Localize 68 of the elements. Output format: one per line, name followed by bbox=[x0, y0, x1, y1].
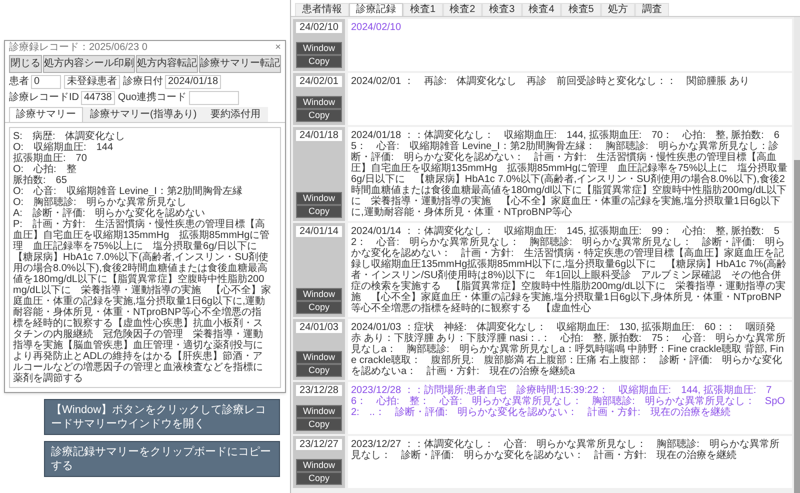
record-button[interactable]: Window bbox=[296, 351, 342, 364]
record-text: 2024/02/01 ： 再診: 体調変化なし 再診 前回受診時と変化なし：： 関節腫脹 あり bbox=[348, 73, 792, 125]
window-title: 診療録レコード：2025/06/23 0 bbox=[9, 42, 148, 54]
record-button[interactable]: Window bbox=[296, 192, 342, 205]
scrollbar[interactable] bbox=[794, 17, 800, 493]
record-button[interactable]: Window bbox=[296, 459, 342, 472]
field-label: 診療日付 bbox=[123, 76, 163, 88]
record-button[interactable]: Copy bbox=[296, 109, 342, 122]
toolbar-button[interactable]: 閉じる bbox=[9, 55, 42, 73]
record-button[interactable]: Copy bbox=[296, 364, 342, 377]
summary-line: O: 心音: 収縮期雑音 Levine_I：第2肋間胸骨左縁 bbox=[13, 186, 244, 197]
record-date: 23/12/28 bbox=[296, 385, 342, 396]
text-field[interactable] bbox=[188, 91, 239, 105]
summary-line: S: 病歴: 体調変化なし bbox=[13, 131, 126, 142]
text-field[interactable]: 44738 bbox=[81, 91, 115, 105]
summary-line: P: 計画・方針: 生活習慣病・慢性疾患の管理目標【高血圧】自宅血圧を収縮期135mmHg 拡張期85mmHgに管理 血圧記録率を75%以上に 塩分摂取量6g/日以下に【糖尿病】HbA1c 7.0%以下(高齢者,インスリン・SU剤使用の場合8.0%以下),食後2時間血糖値または食後血糖最高値を180mg/dL以下に【脂質異常症】空腹時中性脂肪200mg/dL以下に 栄養指導・運動指導の実施 【心不全】家庭血圧・体重の記録を実施,塩分摂取量1日6g以下に,運動耐容能・身体所見・体重・NTproBNP等心不全増悪の指標を経時的に観察する【虚血性心疾患】抗血小板剤・スタチンの内服継続 冠危険因子の管理 栄養指導・運動指導を実施【脳血管疾患】血圧管理・適切な薬剤投与により再発防止とADLの維持をはかる【肝疾患】節酒・アルコールなどの増悪因子の管理と血液検査などを指標に薬剤を調節する bbox=[13, 219, 271, 384]
record-text: 2023/12/28 ：：訪問場所:患者自宅 診療時間:15:39:22： 収縮期血圧: 144, 拡張期血圧: 76： 心拍: 整： 心音: 明らかな異常所見なし： 胸部聴診: 明らかな異常所見なし： SpO2: ..： 診断・評価: 明らかな変化を認めない： 計画・方針: 現在の治療を継続 bbox=[348, 382, 792, 434]
tab[interactable]: 処方 bbox=[600, 3, 635, 16]
record-button[interactable]: Copy bbox=[296, 472, 342, 485]
tab[interactable]: 調査 bbox=[634, 3, 669, 16]
tab[interactable]: 要約添付用 bbox=[204, 107, 268, 122]
tab[interactable]: 診療サマリー bbox=[9, 107, 83, 122]
record-button[interactable]: Window bbox=[296, 288, 342, 301]
summary-line: O: 心拍: 整 bbox=[13, 164, 78, 175]
record-date: 24/01/03 bbox=[296, 322, 342, 333]
field-label: 診療レコードID bbox=[9, 92, 79, 104]
summary-line: 拡張期血圧: 70 bbox=[13, 153, 88, 164]
record-text: 2024/01/14 ：：体調変化なし： 収縮期血圧: 145, 拡張期血圧: 99： 心拍: 整, 脈拍数: 52： 心音: 明らかな異常所見なし： 胸部聴診: 明らかな異常所見なし： 診断・評価: 明らかな変化を認めない： 計画・方針: 生活習慣病・特定疾患の管理目標【高血圧】家庭血圧を記録し収縮期血圧135mmHg拡張期85mmH以下に,塩分摂取量6g以下に 【糖尿病】HbA1c 7%(高齢者・インスリン/SU剤使用時は8%)以下に 年1回以上眼科受診 アルブミン尿確認 その他合併症の検索を実施する 【脂質異常症】空腹時中性脂肪200mg/dL以下に 栄養指導・運動指導の実施 【心不全】家庭血圧・体重の記録を実施,塩分摂取量1日6g以下,身体所見・体重・NTproBNP等心不全増悪の指標を経時的に観察する 【虚血性心 bbox=[348, 223, 792, 317]
tab[interactable]: 検査3 bbox=[482, 3, 522, 16]
field-label: Quo連携コード bbox=[118, 92, 187, 104]
callout: 【Window】ボタンをクリックして診療レコードサマリーウインドウを開く bbox=[44, 399, 280, 435]
record-date: 24/01/14 bbox=[296, 226, 342, 237]
summary-line: O: 収縮期血圧: 144 bbox=[13, 142, 114, 153]
record-date: 24/01/18 bbox=[296, 130, 342, 141]
record-button[interactable]: Copy bbox=[296, 205, 342, 218]
field-label: 患者 bbox=[9, 76, 29, 88]
record-button[interactable]: Window bbox=[296, 96, 342, 109]
record-button[interactable]: Copy bbox=[296, 418, 342, 431]
summary-text-area[interactable] bbox=[9, 127, 281, 388]
record-date: 24/02/10 bbox=[296, 22, 342, 33]
text-field[interactable]: 未登録患者 bbox=[64, 75, 120, 89]
tab[interactable]: 検査2 bbox=[442, 3, 482, 16]
close-button[interactable]: × bbox=[275, 42, 281, 54]
summary-line: 脈拍数: 65 bbox=[13, 175, 67, 186]
record-date: 23/12/27 bbox=[296, 439, 342, 450]
toolbar-button[interactable]: 診療サマリー転記 bbox=[199, 55, 281, 73]
tab[interactable]: 診療サマリー(指導あり) bbox=[83, 107, 204, 122]
tab[interactable]: 検査5 bbox=[561, 3, 601, 16]
text-field[interactable]: 0 bbox=[31, 75, 61, 89]
record-button[interactable]: Window bbox=[296, 42, 342, 55]
text-field[interactable]: 2024/01/18 bbox=[165, 75, 222, 89]
record-button[interactable]: Copy bbox=[296, 301, 342, 314]
summary-line: A: 診断・評価: 明らかな変化を認めない bbox=[13, 208, 206, 219]
record-text: 2024/02/10 bbox=[348, 19, 792, 71]
record-text: 2024/01/03 ：症状 神経: 体調変化なし： 収縮期血圧: 130, 拡張期血圧: 60：： 咽頭発赤 あり：下肢浮腫 あり：下肢浮腫 nasi：.： 心拍: 整, 脈拍数: 75： 心音: 明らかな異常所見なしa： 胸部聴診: 明らかな異常所見なしa：呼気時喘鳴 中肺野：Fine crackle聴取 背部, Fine crackle聴取： 腹部所見: 腹部膨満 右上腹部：圧痛 右上腹部： 診断・評価: 明らかな変化を認めないa： 計画・方針: 現在の治療を継続a bbox=[348, 319, 792, 380]
tab[interactable]: 診療記録 bbox=[349, 3, 403, 16]
callout: 診療記録サマリーをクリップボードにコピーする bbox=[44, 441, 280, 477]
record-button[interactable]: Window bbox=[296, 405, 342, 418]
record-text: 2024/01/18 ：：体調変化なし： 収縮期血圧: 144, 拡張期血圧: 70： 心拍: 整, 脈拍数: 65： 心音: 収縮期雑音 Levine_I：第2肋間胸骨左縁： 胸部聴診: 明らかな異常所見なし：診断・評価: 明らかな変化を認めない： 計画・方針: 生活習慣病・慢性疾患の管理目標【高血圧】自宅血圧を収縮期135mmHg 拡張期85mmHgに管理 血圧記録率を75%以上に 塩分摂取量6g/日以下に 【糖尿病】HbA1c 7.0%以下(高齢者,インスリン・SU剤使用の場合8.0%以下),食後2時間血糖値または食後血糖最高値を180mg/dl以下に【脂質異常症】空腹時中性脂肪200mg/dL以下に 栄養指導・運動指導の実施 【心不全】家庭血圧・体重の記録を実施,塩分摂取量1日6g以下に,運動耐容能・身体所見・体重・NTproBNP等心 bbox=[348, 127, 792, 221]
record-button[interactable]: Copy bbox=[296, 55, 342, 68]
summary-line: O: 胸部聴診: 明らかな異常所見なし bbox=[13, 197, 188, 208]
tab[interactable]: 検査4 bbox=[522, 3, 562, 16]
record-date: 24/02/01 bbox=[296, 76, 342, 87]
toolbar-button[interactable]: 処方内容転記 bbox=[136, 55, 198, 73]
tab[interactable]: 患者情報 bbox=[295, 3, 349, 16]
tab[interactable]: 検査1 bbox=[403, 3, 443, 16]
record-text: 2023/12/27 ：：体調変化なし： 心音: 明らかな異常所見なし： 胸部聴診: 明らかな異常所見なし： 診断・評価: 明らかな変化を認めない： 計画・方針: 現在の治療を継続 bbox=[348, 436, 792, 488]
toolbar-button[interactable]: 処方内容シール印刷 bbox=[43, 55, 135, 73]
